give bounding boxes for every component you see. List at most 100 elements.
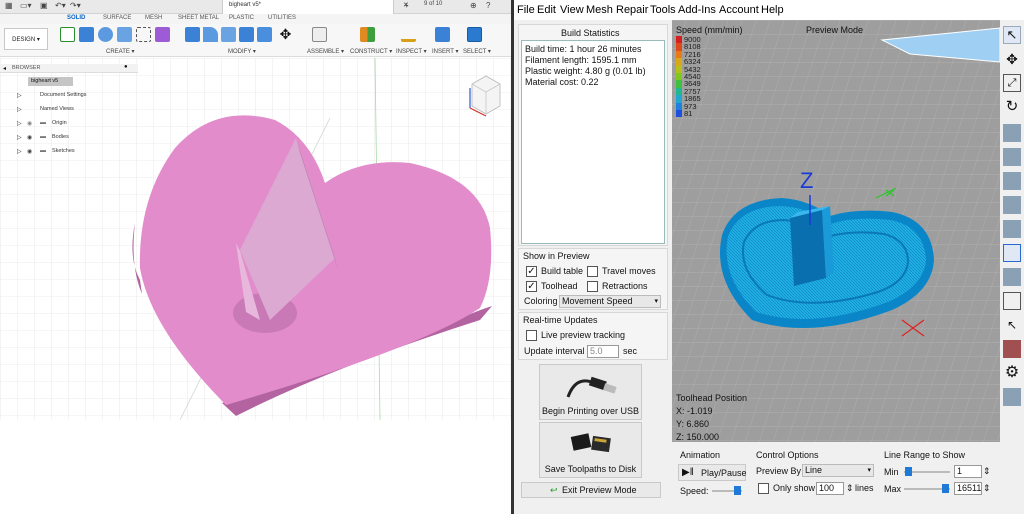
only-show-input[interactable]: 100 <box>816 482 844 495</box>
visibility-eye-icon[interactable]: ◉ <box>27 134 32 141</box>
play-pause-button[interactable]: ▶‖ Play/Pause <box>678 464 747 481</box>
axes-toggle-icon[interactable] <box>1003 244 1021 262</box>
press-pull-icon[interactable] <box>185 27 200 42</box>
speed-slider-knob[interactable] <box>734 486 741 495</box>
pattern-icon[interactable] <box>136 27 151 42</box>
min-input[interactable]: 1 <box>954 465 982 478</box>
max-slider-knob[interactable] <box>942 484 949 493</box>
tab-sheet-metal[interactable]: SHEET METAL <box>178 15 219 21</box>
cursor-icon[interactable]: ↖ <box>1003 316 1021 334</box>
browser-item-sketches[interactable]: Sketches <box>52 148 75 154</box>
chamfer-icon[interactable] <box>221 27 236 42</box>
move-icon[interactable]: ✥ <box>278 27 293 42</box>
collapse-icon[interactable]: ◂ <box>3 65 6 72</box>
shell-icon[interactable] <box>239 27 254 42</box>
cut-view-icon[interactable] <box>1003 340 1021 358</box>
only-show-spinner-icon[interactable]: ⇕ <box>846 483 854 494</box>
tab-solid[interactable]: SOLID <box>67 15 85 21</box>
browser-item-named-views[interactable]: Named Views <box>40 106 74 112</box>
insert-image-icon[interactable] <box>435 27 450 42</box>
browser-item-root[interactable]: bigheart v5 <box>31 78 58 84</box>
update-interval-input[interactable]: 5.0 <box>587 345 619 358</box>
select-arrow-icon[interactable]: ↖ <box>1003 26 1021 44</box>
min-spinner-icon[interactable]: ⇕ <box>983 466 991 477</box>
extrude-icon[interactable] <box>79 27 94 42</box>
browser-item-origin[interactable]: Origin <box>52 120 67 126</box>
preview-by-select[interactable]: Line ▾ <box>802 464 874 477</box>
create-sketch-icon[interactable] <box>60 27 75 42</box>
toolhead-checkbox[interactable]: ✓ <box>526 281 537 292</box>
expand-icon[interactable]: ▷ <box>17 148 22 155</box>
max-spinner-icon[interactable]: ⇕ <box>983 483 991 494</box>
move-view-icon[interactable]: ✥ <box>1003 50 1021 68</box>
joint-icon[interactable] <box>312 27 327 42</box>
view-front-icon[interactable] <box>1003 148 1021 166</box>
select-arrow-icon[interactable] <box>467 27 482 42</box>
menu-file[interactable]: File <box>517 4 535 16</box>
menu-mesh[interactable]: Mesh <box>586 4 613 16</box>
app-grid-icon[interactable]: ▦ <box>5 1 13 10</box>
design-workspace-button[interactable]: DESIGN ▾ <box>4 28 48 50</box>
coloring-select[interactable]: Movement Speed ▾ <box>559 295 661 308</box>
file-icon[interactable]: ▭▾ <box>20 1 32 10</box>
save-toolpaths-button[interactable]: Save Toolpaths to Disk <box>539 422 642 478</box>
menu-add-ins[interactable]: Add-Ins <box>678 4 716 16</box>
zoom-icon[interactable]: ⤢ <box>1003 74 1021 92</box>
add-icon[interactable]: ⊕ <box>470 1 477 10</box>
view-right-icon[interactable] <box>1003 220 1021 238</box>
create-form-icon[interactable] <box>155 27 170 42</box>
min-slider-knob[interactable] <box>905 467 912 476</box>
tab-mesh[interactable]: MESH <box>145 15 162 21</box>
exit-preview-button[interactable]: ↩ Exit Preview Mode <box>521 482 661 498</box>
menu-account[interactable]: Account <box>719 4 759 16</box>
max-input[interactable]: 16511 <box>954 482 982 495</box>
print-usb-button[interactable]: Begin Printing over USB <box>539 364 642 420</box>
menu-help[interactable]: Help <box>761 4 784 16</box>
select-menu[interactable]: SELECT ▾ <box>463 48 491 55</box>
3d-preview[interactable]: Z Speed (mm/min) Preview Mode 9000 8108 72… <box>672 20 1000 442</box>
build-table-checkbox[interactable]: ✓ <box>526 266 537 277</box>
travel-moves-checkbox[interactable] <box>587 266 598 277</box>
document-tab[interactable]: bigheart v5* ✕ <box>222 0 409 14</box>
modify-menu[interactable]: MODIFY ▾ <box>228 48 256 55</box>
pin-icon[interactable]: ● <box>124 64 128 70</box>
wireframe-icon[interactable] <box>1003 292 1021 310</box>
menu-view[interactable]: View <box>560 4 584 16</box>
tab-surface[interactable]: SURFACE <box>103 15 131 21</box>
save-icon[interactable]: ▣ <box>40 1 48 10</box>
menu-repair[interactable]: Repair <box>616 4 648 16</box>
live-tracking-checkbox[interactable] <box>526 330 537 341</box>
create-menu[interactable]: CREATE ▾ <box>106 48 135 55</box>
expand-icon[interactable]: ▷ <box>17 92 22 99</box>
menu-edit[interactable]: Edit <box>537 4 556 16</box>
hole-icon[interactable] <box>117 27 132 42</box>
only-show-checkbox[interactable] <box>758 483 769 494</box>
new-tab-icon[interactable]: + <box>404 1 409 10</box>
measure-icon[interactable] <box>401 27 416 42</box>
view-iso-icon[interactable] <box>1003 124 1021 142</box>
insert-menu[interactable]: INSERT ▾ <box>432 48 458 55</box>
layers-icon[interactable] <box>1003 388 1021 406</box>
construct-menu[interactable]: CONSTRUCT ▾ <box>350 48 392 55</box>
settings-gear-icon[interactable]: ⚙ <box>1003 364 1021 382</box>
visibility-eye-icon[interactable]: ◉ <box>27 148 32 155</box>
browser-item-bodies[interactable]: Bodies <box>52 134 69 140</box>
expand-icon[interactable]: ▷ <box>17 120 22 127</box>
expand-icon[interactable]: ▷ <box>17 134 22 141</box>
expand-icon[interactable]: ▷ <box>17 106 22 113</box>
tab-utilities[interactable]: UTILITIES <box>268 15 296 21</box>
browser-item-document-settings[interactable]: Document Settings <box>40 92 86 98</box>
construct-plane-icon[interactable] <box>360 27 375 42</box>
combine-icon[interactable] <box>257 27 272 42</box>
menu-tools[interactable]: Tools <box>650 4 676 16</box>
view-back-icon[interactable] <box>1003 172 1021 190</box>
view-bottom-icon[interactable] <box>1003 268 1021 286</box>
inspect-menu[interactable]: INSPECT ▾ <box>396 48 427 55</box>
retractions-checkbox[interactable] <box>587 281 598 292</box>
tab-plastic[interactable]: PLASTIC <box>229 15 254 21</box>
revolve-icon[interactable] <box>98 27 113 42</box>
redo-icon[interactable]: ↷▾ <box>70 1 81 10</box>
visibility-eye-icon[interactable]: ◉ <box>27 120 32 127</box>
assemble-menu[interactable]: ASSEMBLE ▾ <box>307 48 344 55</box>
fillet-icon[interactable] <box>203 27 218 42</box>
